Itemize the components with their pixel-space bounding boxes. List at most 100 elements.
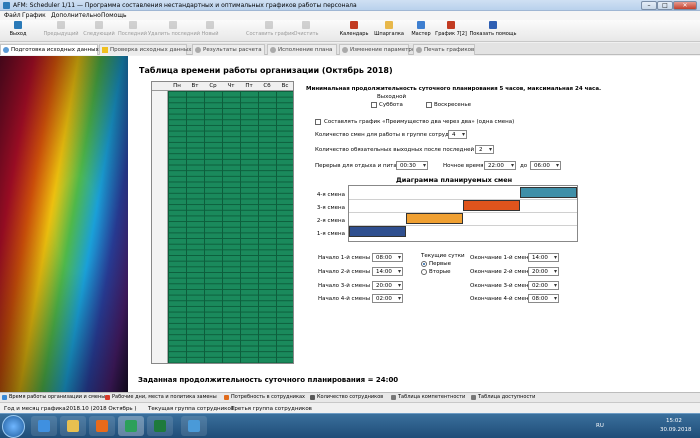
- shift-4-start-select[interactable]: 02:00: [372, 294, 403, 303]
- shift-2-end-label: Окончание 2-й смены: [470, 269, 533, 275]
- table-icon: [391, 395, 396, 400]
- clock-time[interactable]: 15:02: [666, 418, 682, 424]
- chart-tick-label: 1-я смена: [316, 231, 345, 237]
- tab-execution[interactable]: Исполнение плана: [267, 44, 337, 55]
- days-off-label: Количество обязательных выходных после п…: [315, 147, 495, 153]
- taskbar-scheduler[interactable]: [118, 416, 144, 436]
- taskbar-media[interactable]: [89, 416, 115, 436]
- days-off-select[interactable]: 2: [475, 145, 494, 154]
- globe-icon: [3, 47, 9, 53]
- exit-button[interactable]: Выход: [6, 21, 30, 41]
- taskbar-explorer[interactable]: [60, 416, 86, 436]
- wizard-button[interactable]: Мастер: [410, 21, 432, 41]
- last-icon: [128, 21, 137, 29]
- build-icon: [264, 21, 273, 29]
- tab-results[interactable]: Результаты расчета: [192, 44, 265, 55]
- tab-change-params[interactable]: Изменение параметров: [339, 44, 419, 55]
- shift-1-end-label: Окончание 1-й смены: [470, 255, 533, 261]
- help-icon: [489, 21, 497, 29]
- build-schedule-button[interactable]: Составить график: [246, 21, 294, 41]
- shift-3-start-select[interactable]: 20:00: [372, 281, 403, 290]
- calendar-button[interactable]: Календарь: [339, 21, 369, 41]
- main-panel: Таблица времени работы организации (Октя…: [128, 56, 700, 392]
- shift-2-end-select[interactable]: 20:00: [528, 267, 559, 276]
- grid-day: Пн: [173, 83, 181, 89]
- two-by-two-checkbox[interactable]: [315, 119, 321, 125]
- tab-work-days[interactable]: Рабочие дни, места и политика замены: [105, 394, 217, 400]
- media-icon: [96, 420, 108, 432]
- last-button[interactable]: Последний: [117, 21, 148, 41]
- minimize-button[interactable]: –: [641, 1, 657, 10]
- first-day-radio[interactable]: [421, 261, 427, 267]
- start-button[interactable]: [2, 415, 25, 438]
- tab-work-time[interactable]: Время работы организации и смены: [2, 394, 105, 400]
- print-icon: [416, 47, 422, 53]
- menu-extra[interactable]: Дополнительно: [51, 12, 101, 19]
- shift-4-end-select[interactable]: 08:00: [528, 294, 559, 303]
- shift-bar-2: [406, 213, 463, 224]
- show-help-button[interactable]: Показать помощь: [469, 21, 517, 41]
- main-tabs: Подготовка исходных данных Проверка исхо…: [0, 43, 700, 55]
- month-label: Год и месяц графика:: [4, 406, 68, 412]
- new-button[interactable]: Новый: [200, 21, 220, 41]
- sunday-checkbox[interactable]: [426, 102, 432, 108]
- shift-1-start-select[interactable]: 08:00: [372, 253, 403, 262]
- grid-day: Пт: [245, 83, 253, 89]
- cheatsheet-button[interactable]: Шпаргалка: [372, 21, 406, 41]
- tab-prepare-data[interactable]: Подготовка исходных данных: [0, 44, 99, 55]
- taskbar-users[interactable]: [181, 416, 207, 436]
- weekends-label: Выходной: [377, 94, 407, 100]
- schedule-72-button[interactable]: График 7[2]: [434, 21, 468, 41]
- next-button[interactable]: Следующий: [81, 21, 117, 41]
- menu-bar: Файл График Дополнительно Помощь: [0, 11, 700, 20]
- menu-file[interactable]: Файл: [4, 12, 21, 19]
- menu-help[interactable]: Помощь: [101, 12, 127, 19]
- scheduler-icon: [125, 420, 137, 432]
- next-icon: [95, 21, 103, 29]
- taskbar-ie[interactable]: [31, 416, 57, 436]
- shift-count-select[interactable]: 4: [448, 130, 467, 139]
- two-by-two-label: Составлять график «Преимущество два чере…: [324, 119, 515, 125]
- night-to-select[interactable]: 06:00: [530, 161, 561, 170]
- grid-day: Вт: [191, 83, 199, 89]
- break-select[interactable]: 00:30: [396, 161, 428, 170]
- shift-bar-4: [520, 187, 577, 198]
- taskbar-excel[interactable]: [147, 416, 173, 436]
- clear-button[interactable]: Очистить: [292, 21, 320, 41]
- saturday-checkbox[interactable]: [371, 102, 377, 108]
- saturday-label: Суббота: [379, 102, 403, 108]
- night-label: Ночное время с: [443, 163, 489, 169]
- maximize-button[interactable]: □: [657, 1, 673, 10]
- grid-cells[interactable]: [168, 91, 293, 363]
- shift-diagram: [348, 185, 578, 242]
- second-day-radio[interactable]: [421, 269, 427, 275]
- first-day-label: Первые: [429, 261, 451, 267]
- clock-date[interactable]: 30.09.2018: [660, 427, 692, 433]
- shift-3-end-select[interactable]: 02:00: [528, 281, 559, 290]
- prev-button[interactable]: Предыдущий: [43, 21, 79, 41]
- app-icon: [3, 2, 10, 9]
- users-icon: [310, 395, 315, 400]
- delete-last-button[interactable]: Удалить последний: [148, 21, 200, 41]
- menu-schedule[interactable]: График: [22, 12, 46, 19]
- table-icon: [471, 395, 476, 400]
- work-time-grid[interactable]: Пн Вт Ср Чт Пт Сб Вс: [151, 81, 294, 364]
- tab-print[interactable]: Печать графиков: [413, 44, 475, 55]
- spreadsheet-icon: [154, 420, 166, 432]
- browser-icon: [38, 420, 50, 432]
- tab-staff-count[interactable]: Количество сотрудников: [310, 394, 383, 400]
- tab-availability[interactable]: Таблица доступности: [471, 394, 535, 400]
- status-bar: Год и месяц графика: 2018.10 (2018 Октяб…: [0, 402, 700, 413]
- schedule-icon: [447, 21, 455, 29]
- params-icon: [342, 47, 348, 53]
- tab-competence[interactable]: Таблица компетентности: [391, 394, 465, 400]
- night-from-select[interactable]: 22:00: [484, 161, 516, 170]
- language-indicator[interactable]: RU: [596, 423, 604, 429]
- shift-2-start-select[interactable]: 14:00: [372, 267, 403, 276]
- shift-1-end-select[interactable]: 14:00: [528, 253, 559, 262]
- delete-icon: [169, 21, 177, 29]
- close-button[interactable]: ✕: [673, 1, 697, 10]
- new-icon: [206, 21, 214, 29]
- tab-check-data[interactable]: Проверка исходных данных: [99, 44, 191, 55]
- tab-staff-need[interactable]: Потребность в сотрудниках: [224, 394, 305, 400]
